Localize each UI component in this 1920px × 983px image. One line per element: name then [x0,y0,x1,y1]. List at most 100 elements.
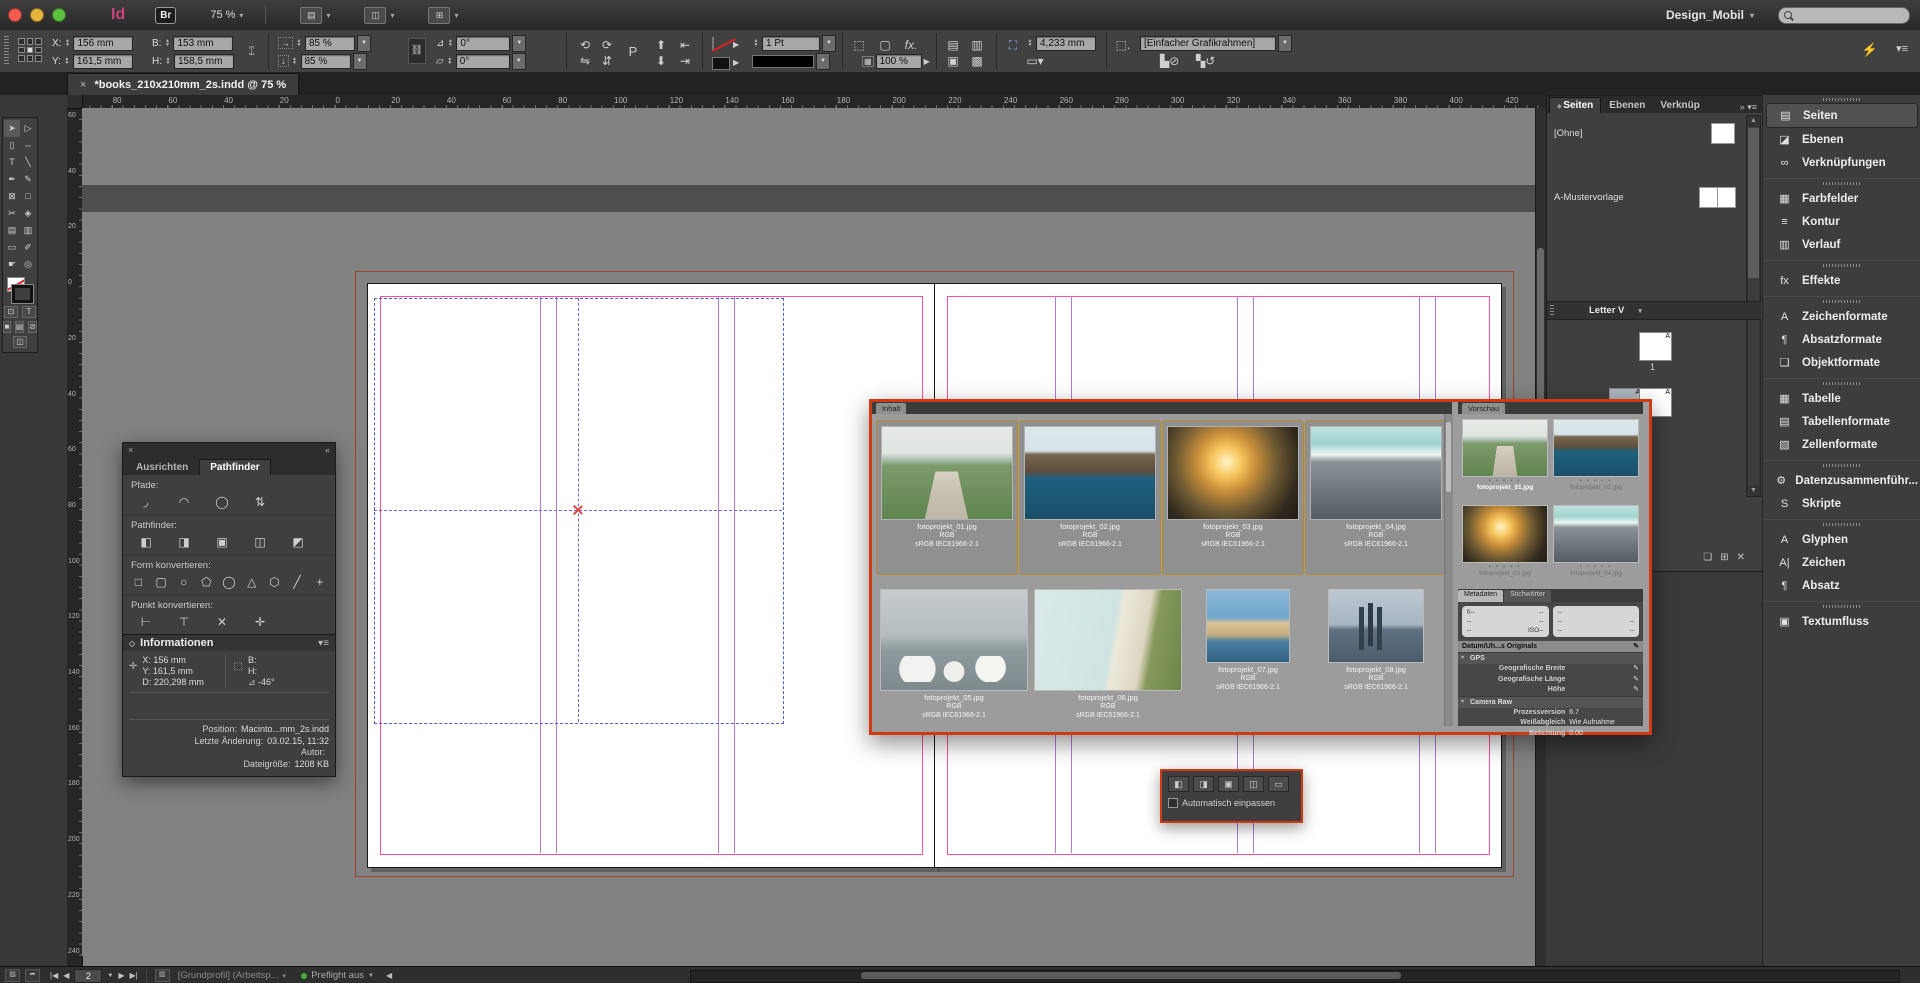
circle-icon[interactable]: ○ [172,574,195,590]
pages-scrollbar-thumb[interactable] [1748,128,1759,278]
apply-none-button[interactable]: ⊘ [28,321,37,333]
panel-grip[interactable] [4,36,9,66]
rounded-rectangle-icon[interactable]: ▢ [150,574,173,590]
gap-tool[interactable]: ⇔ [20,137,36,154]
content-scrollbar[interactable] [1444,414,1453,726]
arrange-documents-dropdown[interactable]: ⊞▾ [428,7,458,24]
corner-radius-field[interactable]: 4,233 mm [1036,36,1096,51]
edit-page-size-button[interactable]: ❏ [1703,552,1712,563]
master-none-row[interactable]: [Ohne] [1547,119,1763,149]
flip-horizontal-button[interactable]: ⇋ [576,54,594,68]
search-box[interactable] [1778,7,1910,24]
symmetrical-point-icon[interactable]: ✛ [241,614,279,630]
control-panel-menu-icon[interactable]: ▾≡ [1896,42,1908,55]
color-profile-dropdown[interactable]: [Grundprofil] (Arbeitsp... ▼ [178,970,287,981]
apply-gradient-button[interactable]: ▤ [15,321,25,333]
hand-tool[interactable]: ☛ [4,256,20,273]
line-tool[interactable]: ╲ [20,154,36,171]
wrap-object-button[interactable]: ▣ [944,54,962,68]
page-tool[interactable]: ▯ [4,137,20,154]
dock-group-grip[interactable] [1763,297,1920,305]
auto-fit-checkbox[interactable] [1168,798,1178,808]
vertical-ruler[interactable]: 604020020406080100120140160180200220240 [67,108,83,966]
zoom-window-button[interactable] [52,8,66,22]
preview-thumbnail-item[interactable]: • • • • •fotoprojekt_02.jpg [1552,420,1640,492]
effects-frame-icon[interactable]: ⬚ [850,38,868,52]
dock-item-effekte[interactable]: fxEffekte [1766,269,1918,292]
close-window-button[interactable] [8,8,22,22]
dock-item-tabelle[interactable]: ▦Tabelle [1766,387,1918,410]
scissors-tool[interactable]: ✂ [4,205,20,222]
stroke-swatch-arrow[interactable]: ▶ [733,40,739,49]
orthogonal-line-icon[interactable]: + [308,574,331,590]
edit-pencil-icon[interactable]: ✎ [1633,675,1639,686]
wrap-none-button[interactable]: ▤ [944,38,962,52]
tab-pathfinder[interactable]: Pathfinder [199,459,270,475]
info-panel-header[interactable]: ◇ Informationen ▾≡ [123,635,335,651]
edit-pencil-icon[interactable]: ✎ [1633,641,1639,652]
scale-x-field[interactable]: 85 % [305,36,355,51]
preview-thumbnails-area[interactable]: • • • • •fotoprojekt_01.jpg• • • • •foto… [1458,414,1643,589]
next-page-button[interactable]: ▶ [118,971,124,980]
opacity-field[interactable]: 100 % [876,54,922,69]
content-thumbnail-item[interactable]: fotoprojekt_03.jpgRGBsRGB IEC61966-2.1 [1162,420,1304,575]
master-none-thumbnail[interactable] [1711,123,1735,144]
corner-shape-dropdown[interactable]: ▭▾ [1026,54,1044,68]
new-page-button[interactable]: ⊞ [1720,552,1728,563]
dock-item-absatz[interactable]: ¶Absatz [1766,574,1918,597]
shear-angle-field[interactable]: 0° [456,54,510,69]
content-thumbnail-item[interactable]: fotoprojekt_04.jpgRGBsRGB IEC61966-2.1 [1305,420,1447,575]
reverse-path-icon[interactable]: ⇅ [241,494,279,510]
rotate-ccw-button[interactable]: ⟲ [576,38,594,52]
content-thumbnail-item[interactable]: fotoprojekt_01.jpgRGBsRGB IEC61966-2.1 [876,420,1018,575]
dock-item-seiten[interactable]: ▤Seiten [1766,103,1918,128]
dock-item-zeichen[interactable]: A|Zeichen [1766,551,1918,574]
view-options-dropdown[interactable]: ▤▾ [300,7,330,24]
master-a-row[interactable]: A-Mustervorlage [1547,183,1763,213]
tab-metadaten[interactable]: Metadaten [1458,590,1503,602]
beveled-rectangle-icon[interactable]: ⬠ [195,574,218,590]
dock-item-verknpfungen[interactable]: ∞Verknüpfungen [1766,151,1918,174]
screen-mode-dropdown[interactable]: ◫▾ [364,7,394,24]
constrain-scale-link-icon[interactable]: ⛓ [408,38,426,64]
scroll-left-button[interactable]: ◀ [386,971,392,980]
polygon-icon[interactable]: ⬡ [263,574,286,590]
close-panel-icon[interactable]: × [128,445,133,455]
wrap-bounding-box-button[interactable]: ▥ [968,38,986,52]
dock-item-zeichenformate[interactable]: AZeichenformate [1766,305,1918,328]
quick-apply-icon[interactable]: ⚡ [1862,42,1878,58]
screen-mode-button[interactable]: ◫ [13,336,27,348]
rectangle-frame-tool[interactable]: ⊠ [4,188,20,205]
reference-point-proxy[interactable] [18,38,42,62]
dock-item-verlauf[interactable]: ▥Verlauf [1766,233,1918,256]
smooth-point-icon[interactable]: ✕ [203,614,241,630]
center-content-button[interactable]: ▭ [1268,776,1289,792]
horizontal-scrollbar[interactable] [690,970,1900,983]
dock-item-absatzformate[interactable]: ¶Absatzformate [1766,328,1918,351]
edit-pencil-icon[interactable]: ✎ [1633,685,1639,696]
dock-item-zellenformate[interactable]: ▧Zellenformate [1766,433,1918,456]
formatting-container-button[interactable]: ⊡ [4,306,18,318]
preview-thumbnail-item[interactable]: • • • • •fotoprojekt_01.jpg [1461,420,1549,492]
intersect-icon[interactable]: ▣ [203,534,241,550]
pen-tool[interactable]: ✒ [4,171,20,188]
fill-color-swatch[interactable] [712,57,730,70]
dock-item-tabellenformate[interactable]: ▤Tabellenformate [1766,410,1918,433]
close-path-icon[interactable]: ◯ [203,494,241,510]
page-1-thumbnail[interactable]: A [1639,332,1672,361]
tab-vorschau[interactable]: Vorschau [1462,403,1505,414]
plain-point-icon[interactable]: ⊢ [127,614,165,630]
dock-item-textumfluss[interactable]: ▣Textumfluss [1766,610,1918,633]
width-field[interactable]: 153 mm [173,36,233,51]
scroll-down-icon[interactable]: ▼ [1747,486,1760,496]
structure-pane-icon[interactable]: ▨ [5,969,20,982]
height-field[interactable]: 158,5 mm [174,54,234,69]
preview-thumbnail-item[interactable]: • • • • •fotoprojekt_04.jpg [1552,506,1640,578]
dock-item-skripte[interactable]: SSkripte [1766,492,1918,515]
bridge-button[interactable]: Br [155,7,176,24]
page-1-label[interactable]: 1 [1650,362,1655,372]
preview-thumbnail-item[interactable]: • • • • •fotoprojekt_03.jpg [1461,506,1549,578]
content-thumbnail-item[interactable]: fotoprojekt_02.jpgRGBsRGB IEC61966-2.1 [1019,420,1161,575]
zoom-level-dropdown[interactable]: 75 %▾ [210,9,243,21]
dock-item-kontur[interactable]: ≡Kontur [1766,210,1918,233]
